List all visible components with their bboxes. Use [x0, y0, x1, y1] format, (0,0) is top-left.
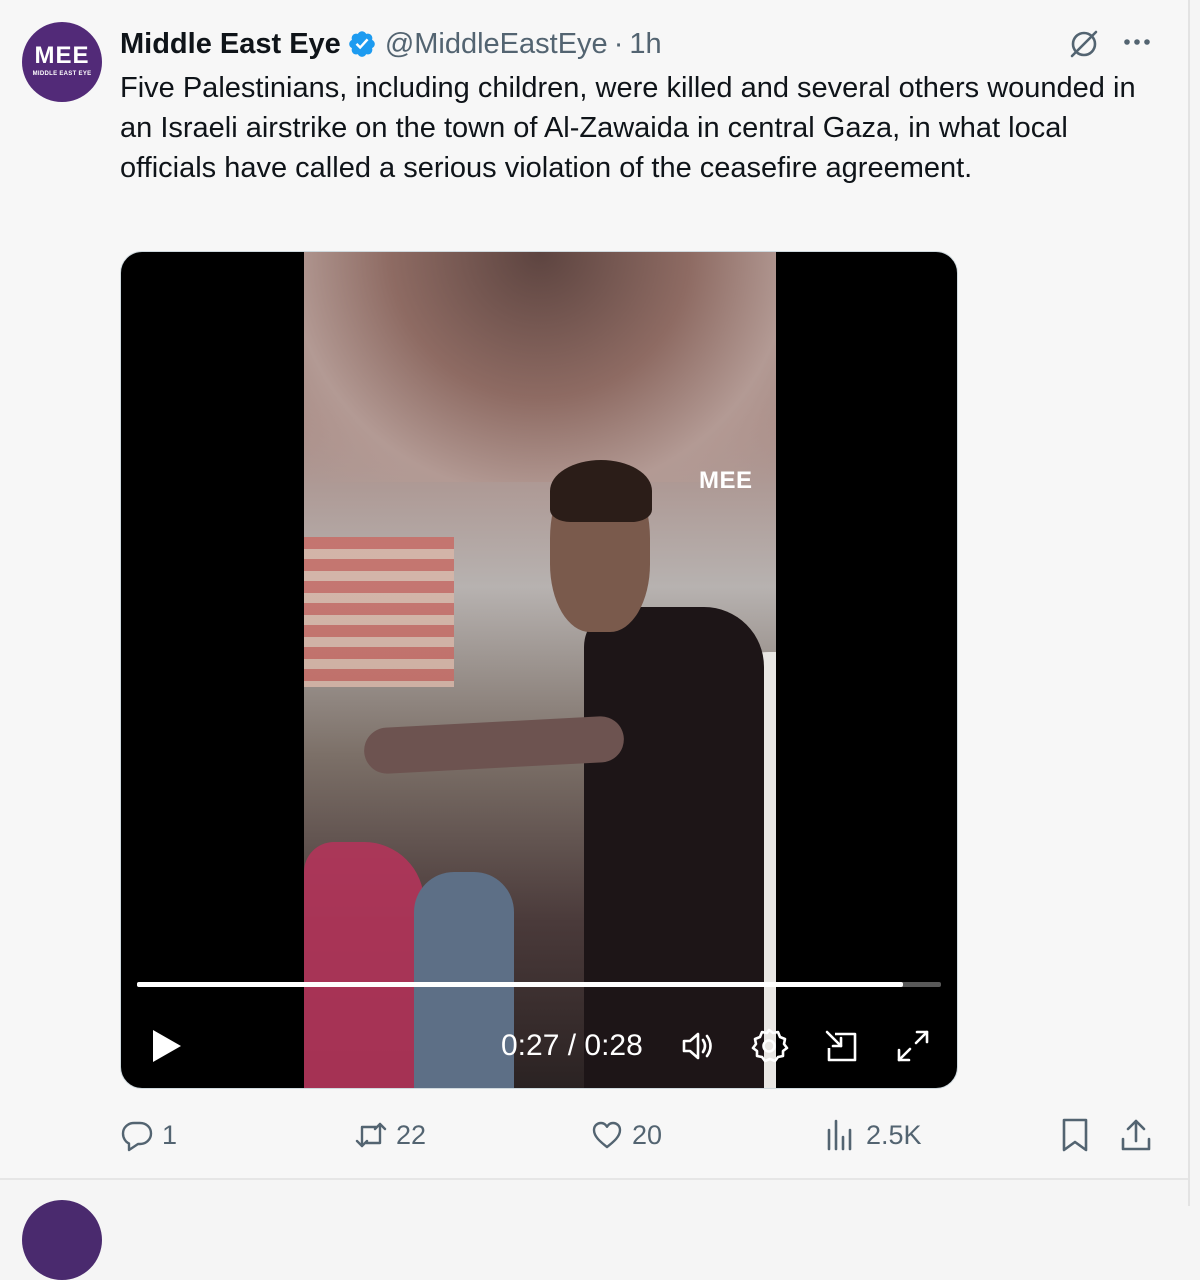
reply-icon — [121, 1121, 153, 1152]
video-time: 0:27 / 0:28 — [501, 1029, 643, 1062]
tweet-actions: 1 22 20 2.5K — [0, 1112, 1188, 1158]
author-handle[interactable]: @MiddleEastEye — [385, 28, 608, 61]
author-name[interactable]: Middle East Eye — [120, 28, 341, 61]
settings-gear-icon[interactable] — [749, 1026, 789, 1066]
like-count: 20 — [632, 1119, 663, 1150]
repost-button[interactable]: 22 — [354, 1112, 426, 1158]
play-icon[interactable] — [147, 1026, 187, 1066]
repost-count: 22 — [396, 1119, 427, 1150]
reply-button[interactable]: 1 — [120, 1112, 177, 1158]
tweet-timestamp[interactable]: 1h — [629, 28, 661, 61]
video-controls: 0:27 / 0:28 — [121, 1020, 957, 1070]
fullscreen-icon[interactable] — [893, 1026, 933, 1066]
grok-icon[interactable] — [1064, 24, 1104, 64]
avatar[interactable]: MEE MIDDLE EAST EYE — [22, 22, 102, 102]
avatar-subtext: MIDDLE EAST EYE — [32, 71, 92, 77]
like-button[interactable]: 20 — [590, 1112, 662, 1158]
share-icon[interactable] — [1118, 1117, 1154, 1153]
repost-icon — [355, 1122, 387, 1148]
video-progress-bar[interactable] — [137, 982, 941, 987]
tweet-header: Middle East Eye @MiddleEastEye · 1h — [120, 24, 662, 64]
heart-icon — [592, 1121, 622, 1149]
column-border — [1188, 0, 1190, 1206]
video-frame[interactable]: MEE — [304, 252, 776, 1088]
reply-count: 1 — [162, 1119, 178, 1150]
views-button[interactable]: 2.5K — [824, 1112, 922, 1158]
tweet-divider — [0, 1178, 1188, 1180]
header-separator: · — [613, 27, 624, 60]
volume-icon[interactable] — [679, 1026, 719, 1066]
views-chart-icon — [827, 1119, 852, 1151]
next-tweet-avatar[interactable] — [22, 1200, 102, 1280]
avatar-logo: MEE — [34, 42, 90, 69]
bookmark-icon[interactable] — [1057, 1117, 1093, 1153]
verified-badge-icon — [349, 31, 375, 57]
more-options-icon[interactable] — [1118, 24, 1158, 64]
video-progress-fill — [137, 982, 904, 987]
tweet-card[interactable]: MEE MIDDLE EAST EYE Middle East Eye @Mid… — [0, 0, 1188, 1180]
video-watermark: MEE — [699, 467, 753, 494]
video-player[interactable]: MEE 0:27 / 0:28 — [120, 251, 958, 1089]
views-count: 2.5K — [866, 1119, 922, 1150]
tweet-text: Five Palestinians, including children, w… — [120, 72, 1136, 184]
picture-in-picture-icon[interactable] — [821, 1026, 861, 1066]
